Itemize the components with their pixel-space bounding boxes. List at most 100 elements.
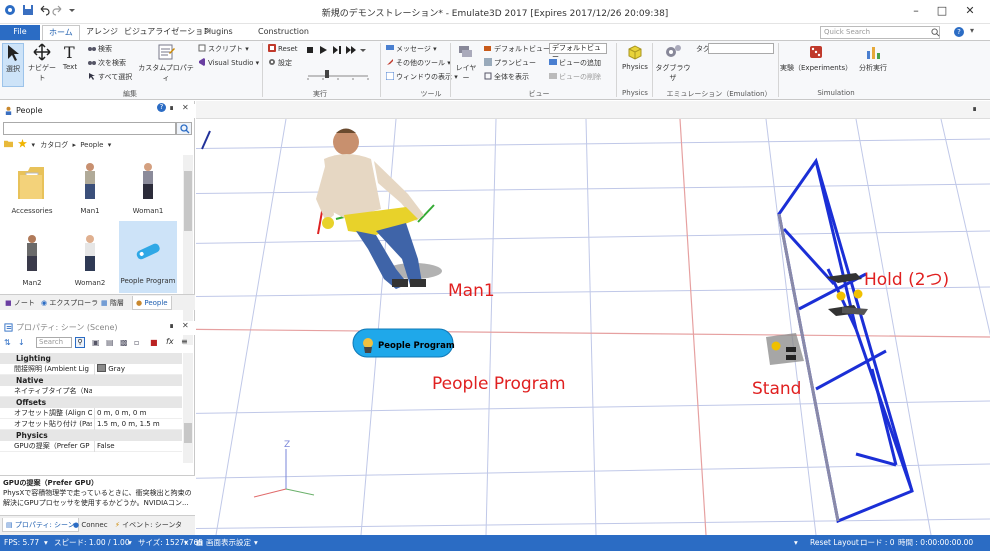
function-icon[interactable]: fx (166, 337, 174, 346)
prop-row-native-type[interactable]: ネイティブタイプ名（Nati (0, 386, 182, 397)
tab-plugins[interactable]: Plugins (198, 25, 239, 40)
fps-dropdown-icon[interactable]: ▾ (44, 535, 48, 551)
people-program-object[interactable]: People Program (352, 328, 455, 358)
select-tool-button[interactable]: 選択 (2, 43, 24, 87)
sort-alpha-icon[interactable]: ↓ (18, 338, 25, 347)
quick-search-input[interactable]: Quick Search (820, 26, 940, 39)
visual-studio-button[interactable]: Visual Studio ▾ (198, 58, 259, 68)
stop-icon[interactable] (307, 47, 313, 53)
viewport-pin-icon[interactable]: ∎ (972, 104, 977, 113)
tab-file[interactable]: File (0, 25, 40, 40)
step-icon[interactable] (333, 46, 341, 54)
prop-tool-icon-3[interactable]: ▩ (120, 338, 128, 347)
speed-slider[interactable] (306, 68, 370, 80)
find-button[interactable]: 検索 (88, 44, 112, 54)
playback-controls[interactable] (306, 45, 366, 55)
close-button[interactable]: ✕ (960, 3, 980, 19)
screen-setting-button[interactable]: 画面表示設定 (206, 535, 251, 551)
star-dropdown-icon[interactable]: ▾ (31, 141, 35, 149)
prop-row-align-offset[interactable]: オフセット調整 (Align O 0 m, 0 m, 0 m (0, 408, 182, 419)
folder-icon[interactable] (4, 139, 13, 148)
default-view-button[interactable]: デフォルトビュー (484, 44, 550, 54)
layer-button[interactable]: レイヤー (453, 43, 479, 83)
custom-property-button[interactable]: カスタムプロパティ (138, 43, 194, 83)
properties-search-button[interactable]: ⚲ (75, 337, 85, 348)
tab-home[interactable]: ホーム (42, 25, 80, 40)
tab-events-scene[interactable]: ⚡ イベント: シーン (112, 518, 178, 532)
select-all-button[interactable]: すべて選択 (88, 72, 132, 82)
scene-canvas[interactable]: Z People Program (196, 119, 990, 535)
man1-figure[interactable] (316, 128, 442, 290)
speed-slider-thumb[interactable] (325, 70, 329, 78)
properties-search-input[interactable]: Search (36, 337, 72, 348)
screen-setting-icon[interactable]: ▦ (196, 535, 203, 551)
play-icon[interactable] (320, 46, 327, 54)
library-item-man2[interactable]: Man2 (3, 227, 61, 293)
analysis-button[interactable]: 分析実行 (855, 43, 891, 73)
prop-row-prefer-gpu[interactable]: GPUの提案（Prefer GP False (0, 441, 182, 452)
library-item-people-program[interactable]: People Program (119, 221, 177, 293)
script-button[interactable]: スクリプト ▾ (198, 44, 249, 54)
library-item-accessories[interactable]: Accessories (3, 155, 61, 221)
3d-viewport[interactable]: ∎ Z People Program Man1 People Program S… (196, 101, 990, 535)
tag-browser-button[interactable]: タグブラウザ (655, 43, 691, 83)
prop-tool-icon-4[interactable]: ▫ (134, 338, 139, 347)
catalog-dropdown-icon[interactable]: ▾ (108, 141, 112, 149)
library-search-input[interactable] (3, 122, 176, 135)
add-view-button[interactable]: ビューの追加 (549, 58, 601, 68)
library-scrollbar-thumb[interactable] (184, 171, 192, 231)
tab-hierarchy[interactable]: ▦ 階層 (98, 296, 127, 310)
tag-input[interactable] (708, 43, 774, 54)
panel-help-icon[interactable]: ? (157, 103, 166, 112)
plan-view-button[interactable]: プランビュー (484, 58, 536, 68)
library-item-woman2[interactable]: Woman2 (61, 227, 119, 293)
properties-pin-icon[interactable]: ∎ (169, 321, 174, 330)
screen-setting-dropdown-icon[interactable]: ▾ (254, 535, 258, 551)
tab-explorer[interactable]: ◉ エクスプローラ (38, 296, 101, 310)
prop-category-lighting[interactable]: Lighting (0, 353, 182, 364)
find-next-button[interactable]: 次を検索 (88, 58, 126, 68)
other-tools-button[interactable]: その他のツール ▾ (386, 58, 451, 68)
prop-category-physics[interactable]: Physics (0, 430, 182, 441)
prop-category-native[interactable]: Native (0, 375, 182, 386)
tab-properties-scene[interactable]: ▤ プロパティ: シーン (2, 518, 79, 532)
stand-marker[interactable] (766, 333, 804, 365)
favorite-star-icon[interactable] (18, 139, 28, 148)
properties-scrollbar[interactable] (183, 353, 193, 463)
ribbon-options-icon[interactable]: ▾ (970, 26, 974, 35)
view-select-dropdown[interactable]: デフォルトビュー (549, 43, 607, 61)
maximize-button[interactable]: □ (932, 3, 952, 19)
prop-row-paste-offset[interactable]: オフセット貼り付け (Paste 1.5 m, 0 m, 1.5 m (0, 419, 182, 430)
reset-layout-icon[interactable]: ▾ (794, 535, 798, 551)
minimize-button[interactable]: – (906, 3, 926, 19)
physics-button[interactable]: Physics (620, 43, 650, 71)
properties-close-icon[interactable]: ✕ (182, 321, 189, 330)
message-button[interactable]: メッセージ ▾ (386, 44, 437, 54)
library-item-man1[interactable]: Man1 (61, 155, 119, 221)
tab-construction[interactable]: Construction (252, 25, 315, 40)
experiments-button[interactable]: 実験（Experiments） (780, 43, 852, 73)
navigate-button[interactable]: ナビゲート (27, 43, 57, 83)
more-options-icon[interactable]: ≡ (181, 337, 188, 346)
prop-row-ambient-light[interactable]: 間接照明 (Ambient Lig Gray (0, 364, 182, 375)
prop-category-offsets[interactable]: Offsets (0, 397, 182, 408)
window-view-button[interactable]: ウィンドウの表示 ▾ (386, 72, 458, 82)
catalog-value[interactable]: People (80, 141, 103, 149)
fit-all-button[interactable]: 全体を表示 (484, 72, 529, 82)
pin-icon[interactable]: ∎ (169, 103, 174, 112)
library-scrollbar[interactable] (183, 155, 193, 345)
prop-tool-icon-1[interactable]: ▣ (92, 338, 100, 347)
panel-close-icon[interactable]: ✕ (182, 103, 189, 112)
speed-dropdown-icon[interactable]: ▾ (128, 535, 132, 551)
tab-connections[interactable]: ● Connec (70, 518, 111, 532)
tab-people[interactable]: ● People (132, 296, 172, 310)
run-settings-button[interactable]: 設定 (268, 58, 292, 68)
text-button[interactable]: T Text (60, 43, 80, 71)
tab-notes[interactable]: ■ ノート (2, 296, 38, 310)
reset-button[interactable]: Reset (268, 44, 298, 54)
search-icon[interactable] (931, 28, 940, 37)
size-dropdown-icon[interactable]: ▾ (184, 535, 188, 551)
sort-categorized-icon[interactable]: ⇅ (4, 338, 11, 347)
catalog-label[interactable]: カタログ (40, 141, 68, 149)
prop-tool-icon-5[interactable]: ■ (150, 338, 158, 347)
